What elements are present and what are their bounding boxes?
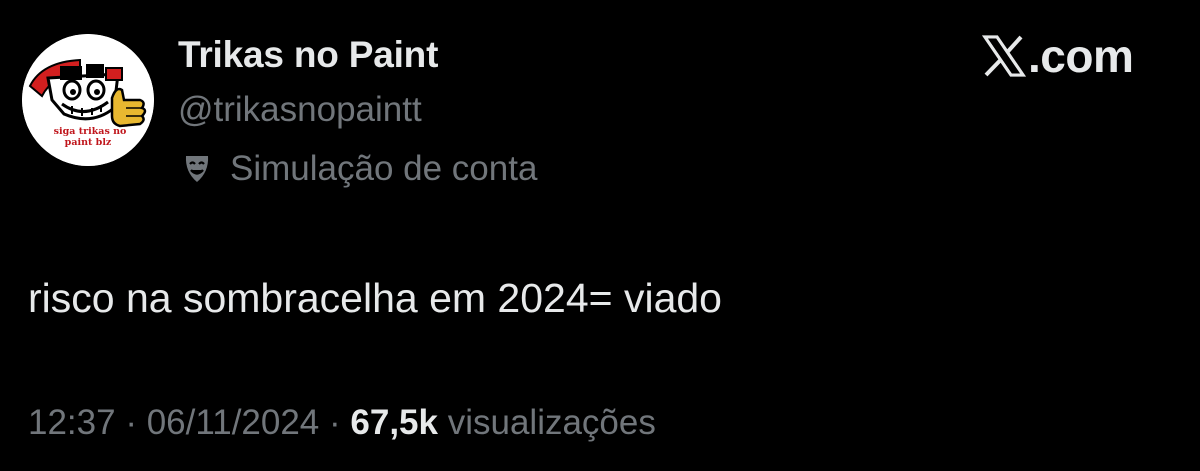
meta-separator: · (319, 403, 351, 442)
theater-masks-icon (178, 150, 216, 188)
tweet-meta: 12:37 · 06/11/2024 · 67,5k visualizações (28, 403, 656, 443)
tweet-card: siga trikas no paint blz Trikas no Paint… (0, 0, 1200, 471)
svg-text:siga trikas no: siga trikas no (54, 126, 127, 137)
x-brand-suffix: .com (1028, 30, 1134, 82)
views-count[interactable]: 67,5k (350, 403, 438, 442)
views-label: visualizações (437, 403, 656, 442)
meta-separator: · (115, 403, 147, 442)
avatar[interactable]: siga trikas no paint blz (22, 34, 154, 166)
author-handle[interactable]: @trikasnopaintt (178, 90, 422, 130)
x-logo-icon (981, 34, 1027, 78)
avatar-image: siga trikas no paint blz (22, 34, 154, 166)
tweet-time[interactable]: 12:37 (28, 403, 116, 442)
svg-text:paint blz: paint blz (65, 137, 112, 148)
tweet-date[interactable]: 06/11/2024 (147, 403, 320, 442)
parody-account-label: Simulação de conta (178, 147, 537, 191)
tweet-text: risco na sombracelha em 2024= viado (28, 275, 722, 321)
author-display-name[interactable]: Trikas no Paint (178, 34, 438, 76)
x-brand-logo: .com (981, 30, 1134, 82)
parody-label: Simulação de conta (230, 149, 538, 188)
